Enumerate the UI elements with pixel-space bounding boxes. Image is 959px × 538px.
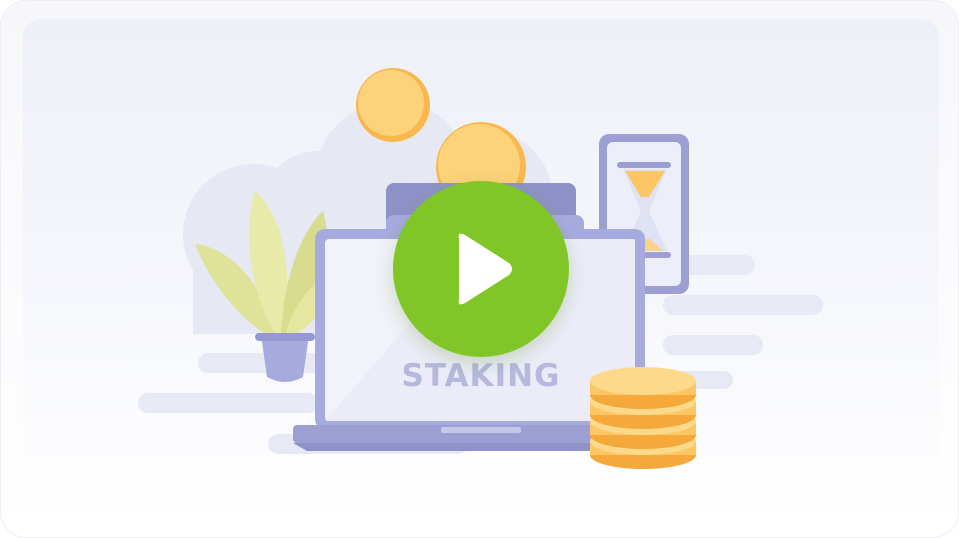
- coin-stack: [590, 367, 696, 469]
- play-button[interactable]: [393, 181, 569, 357]
- play-icon: [458, 233, 512, 305]
- staking-caption: STAKING: [401, 358, 561, 394]
- video-thumbnail-frame: STAKING: [0, 0, 959, 538]
- video-thumbnail-card[interactable]: STAKING: [23, 19, 939, 519]
